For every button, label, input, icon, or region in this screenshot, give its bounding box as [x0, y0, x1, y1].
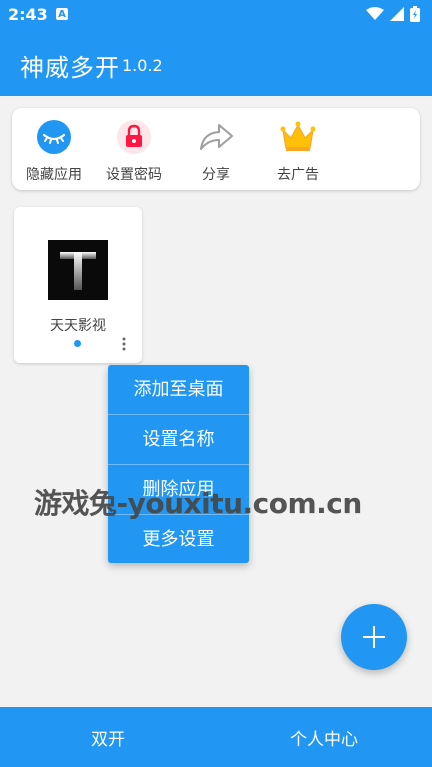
app-tile[interactable]: 天天影视	[14, 207, 142, 363]
app-version: 1.0.2	[122, 56, 163, 75]
hide-apps-button[interactable]: 隐藏应用	[12, 118, 96, 188]
tool-label: 去广告	[277, 167, 319, 183]
app-title: 神威多开	[20, 54, 120, 82]
app-name: 天天影视	[50, 318, 106, 334]
crown-icon	[279, 118, 317, 156]
remove-ads-button[interactable]: 去广告	[256, 118, 340, 188]
letter-t-icon	[60, 252, 96, 290]
nav-personal-center[interactable]: 个人中心	[216, 707, 432, 767]
tool-label: 分享	[202, 167, 230, 183]
status-bar: 2:43 A	[0, 0, 432, 30]
tool-label: 设置密码	[106, 167, 162, 183]
add-app-button[interactable]	[341, 604, 407, 670]
status-icons	[366, 6, 420, 22]
more-vert-icon[interactable]	[114, 335, 134, 353]
menu-more-settings[interactable]: 更多设置	[108, 515, 249, 564]
nav-dual-open[interactable]: 双开	[0, 707, 216, 767]
menu-add-to-desktop[interactable]: 添加至桌面	[108, 365, 249, 415]
running-indicator-dot	[74, 340, 81, 347]
share-icon	[197, 118, 235, 156]
app-context-menu: 添加至桌面 设置名称 删除应用 更多设置	[108, 365, 249, 563]
set-password-button[interactable]: 设置密码	[92, 118, 176, 188]
status-notification-icon: A	[56, 8, 68, 20]
share-button[interactable]: 分享	[174, 118, 258, 188]
app-bar: 神威多开 1.0.2	[0, 30, 432, 96]
menu-set-name[interactable]: 设置名称	[108, 415, 249, 465]
signal-icon	[390, 7, 404, 21]
app-icon	[48, 240, 108, 300]
bottom-nav: 双开 个人中心	[0, 707, 432, 767]
tool-label: 隐藏应用	[26, 167, 82, 183]
status-time: 2:43	[8, 5, 48, 24]
watermark-text: 游戏兔-youxitu.com.cn	[34, 487, 362, 520]
wifi-icon	[366, 7, 384, 20]
battery-icon	[410, 6, 420, 22]
lock-icon	[115, 118, 153, 156]
tools-card: 隐藏应用 设置密码 分享 去广告	[12, 108, 420, 190]
plus-icon	[363, 626, 385, 648]
eye-closed-icon	[35, 118, 73, 156]
